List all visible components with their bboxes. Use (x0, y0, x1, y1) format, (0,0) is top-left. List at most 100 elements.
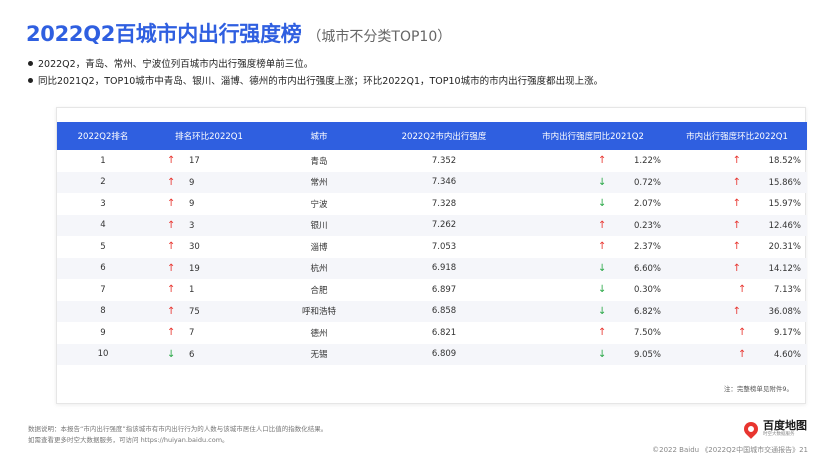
yoy-cell: ↑ 2.37% (519, 236, 667, 258)
table-row: 1 ↑ 17 青岛 7.352 ↑ 1.22% ↑ 18.52% (57, 150, 807, 172)
yoy-cell: ↑ 0.23% (519, 215, 667, 237)
qoq-value: 9.17% (773, 328, 801, 339)
qoq-value: 20.31% (768, 242, 801, 253)
city-cell: 无锡 (310, 350, 328, 361)
table-row: 5 ↑ 30 淄博 7.053 ↑ 2.37% ↑ 20.31% (57, 236, 807, 258)
qoq-value: 15.97% (768, 199, 801, 210)
ranking-table: 2022Q2排名 排名环比2022Q1 城市 2022Q2市内出行强度 市内出行… (57, 122, 807, 365)
yoy-cell: ↓ 9.05% (519, 344, 667, 366)
city-cell: 德州 (310, 328, 328, 339)
trend-down-icon: ↓ (597, 262, 607, 274)
intensity-cell: 6.858 (431, 306, 457, 317)
city-cell: 常州 (310, 178, 328, 189)
bullet-dot-icon (28, 78, 33, 83)
summary-bullet: 同比2021Q2，TOP10城市中青岛、银川、淄博、德州的市内出行强度上涨；环比… (28, 73, 603, 90)
yoy-cell: ↓ 0.72% (519, 172, 667, 194)
qoq-cell: ↑ 9.17% (667, 322, 807, 344)
ranking-card: 2022Q2排名 排名环比2022Q1 城市 2022Q2市内出行强度 市内出行… (56, 107, 807, 404)
table-header-row: 2022Q2排名 排名环比2022Q1 城市 2022Q2市内出行强度 市内出行… (57, 122, 807, 150)
qoq-value: 4.60% (773, 349, 801, 360)
rank-change-cell: ↑ 9 (149, 193, 269, 215)
rank-change-cell: ↑ 30 (149, 236, 269, 258)
yoy-cell: ↓ 0.30% (519, 279, 667, 301)
city-cell: 银川 (310, 221, 328, 232)
trend-up-icon: ↑ (167, 176, 176, 188)
qoq-cell: ↑ 15.97% (667, 193, 807, 215)
city-cell: 合肥 (310, 285, 328, 296)
intensity-cell: 6.918 (431, 263, 457, 274)
intensity-cell: 6.821 (431, 327, 457, 338)
trend-up-icon: ↑ (732, 262, 741, 274)
column-header-yoy: 市内出行强度同比2021Q2 (542, 132, 644, 142)
city-cell: 宁波 (310, 199, 328, 210)
yoy-cell: ↓ 6.60% (519, 258, 667, 280)
rank-cell: 1 (100, 155, 106, 166)
yoy-cell: ↑ 1.22% (519, 150, 667, 172)
qoq-value: 15.86% (768, 177, 801, 188)
footer-service-note: 如需查看更多时空大数据服务，可访问 https://huiyan.baidu.c… (28, 436, 229, 444)
rank-cell: 9 (100, 327, 106, 338)
column-header-rank: 2022Q2排名 (77, 132, 129, 142)
trend-up-icon: ↑ (167, 198, 176, 210)
yoy-value: 2.07% (633, 199, 661, 210)
trend-up-icon: ↑ (737, 348, 747, 360)
rank-change-value: 1 (189, 285, 195, 296)
yoy-cell: ↓ 2.07% (519, 193, 667, 215)
table-note: 注：完整榜单见附件9。 (723, 385, 793, 393)
rank-change-value: 6 (189, 349, 195, 360)
rank-cell: 10 (97, 349, 109, 360)
rank-change-cell: ↑ 1 (149, 279, 269, 301)
intensity-cell: 7.262 (431, 220, 457, 231)
rank-change-cell: ↑ 3 (149, 215, 269, 237)
rank-change-value: 9 (189, 199, 195, 210)
trend-up-icon: ↑ (167, 241, 176, 253)
yoy-value: 6.82% (633, 306, 661, 317)
yoy-value: 7.50% (633, 328, 661, 339)
qoq-value: 12.46% (768, 220, 801, 231)
rank-cell: 6 (100, 263, 106, 274)
qoq-value: 18.52% (768, 156, 801, 167)
logo-title: 百度地图 (763, 419, 807, 432)
yoy-value: 0.30% (633, 285, 661, 296)
trend-up-icon: ↑ (597, 241, 607, 253)
trend-up-icon: ↑ (732, 305, 741, 317)
trend-up-icon: ↑ (167, 305, 176, 317)
yoy-value: 9.05% (633, 349, 661, 360)
yoy-value: 6.60% (633, 263, 661, 274)
rank-cell: 3 (100, 198, 106, 209)
rank-change-value: 19 (189, 263, 200, 274)
trend-up-icon: ↑ (167, 284, 176, 296)
yoy-value: 2.37% (633, 242, 661, 253)
map-pin-icon (741, 419, 761, 439)
table-row: 4 ↑ 3 银川 7.262 ↑ 0.23% ↑ 12.46% (57, 214, 807, 237)
baidu-map-logo: 百度地图 时空大数据服务 (741, 419, 807, 439)
column-header-intensity: 2022Q2市内出行强度 (401, 132, 487, 142)
intensity-cell: 6.897 (431, 284, 457, 295)
summary-bullet-text: 2022Q2，青岛、常州、宁波位列百城市内出行强度榜单前三位。 (38, 59, 314, 70)
rank-cell: 8 (100, 306, 106, 317)
trend-up-icon: ↑ (732, 176, 741, 188)
trend-up-icon: ↑ (597, 219, 607, 231)
rank-change-cell: ↑ 7 (149, 322, 269, 344)
trend-up-icon: ↑ (167, 219, 176, 231)
trend-down-icon: ↓ (597, 176, 607, 188)
trend-up-icon: ↑ (167, 155, 176, 167)
trend-up-icon: ↑ (737, 284, 747, 296)
table-row: 9 ↑ 7 德州 6.821 ↑ 7.50% ↑ 9.17% (57, 322, 807, 344)
bullet-dot-icon (28, 61, 33, 66)
rank-change-cell: ↑ 17 (149, 150, 269, 172)
qoq-cell: ↑ 14.12% (667, 258, 807, 280)
trend-up-icon: ↑ (167, 262, 176, 274)
qoq-cell: ↑ 7.13% (667, 279, 807, 301)
qoq-cell: ↑ 36.08% (667, 301, 807, 323)
intensity-cell: 7.328 (431, 198, 457, 209)
page-title: 2022Q2百城市内出行强度榜 (26, 22, 302, 46)
rank-change-cell: ↓ 6 (149, 344, 269, 366)
rank-change-value: 7 (189, 328, 195, 339)
rank-cell: 2 (100, 177, 106, 188)
qoq-cell: ↑ 12.46% (667, 215, 807, 237)
rank-change-cell: ↑ 75 (149, 301, 269, 323)
trend-down-icon: ↓ (597, 198, 607, 210)
summary-bullet-text: 同比2021Q2，TOP10城市中青岛、银川、淄博、德州的市内出行强度上涨；环比… (38, 76, 604, 87)
city-cell: 青岛 (310, 156, 328, 167)
